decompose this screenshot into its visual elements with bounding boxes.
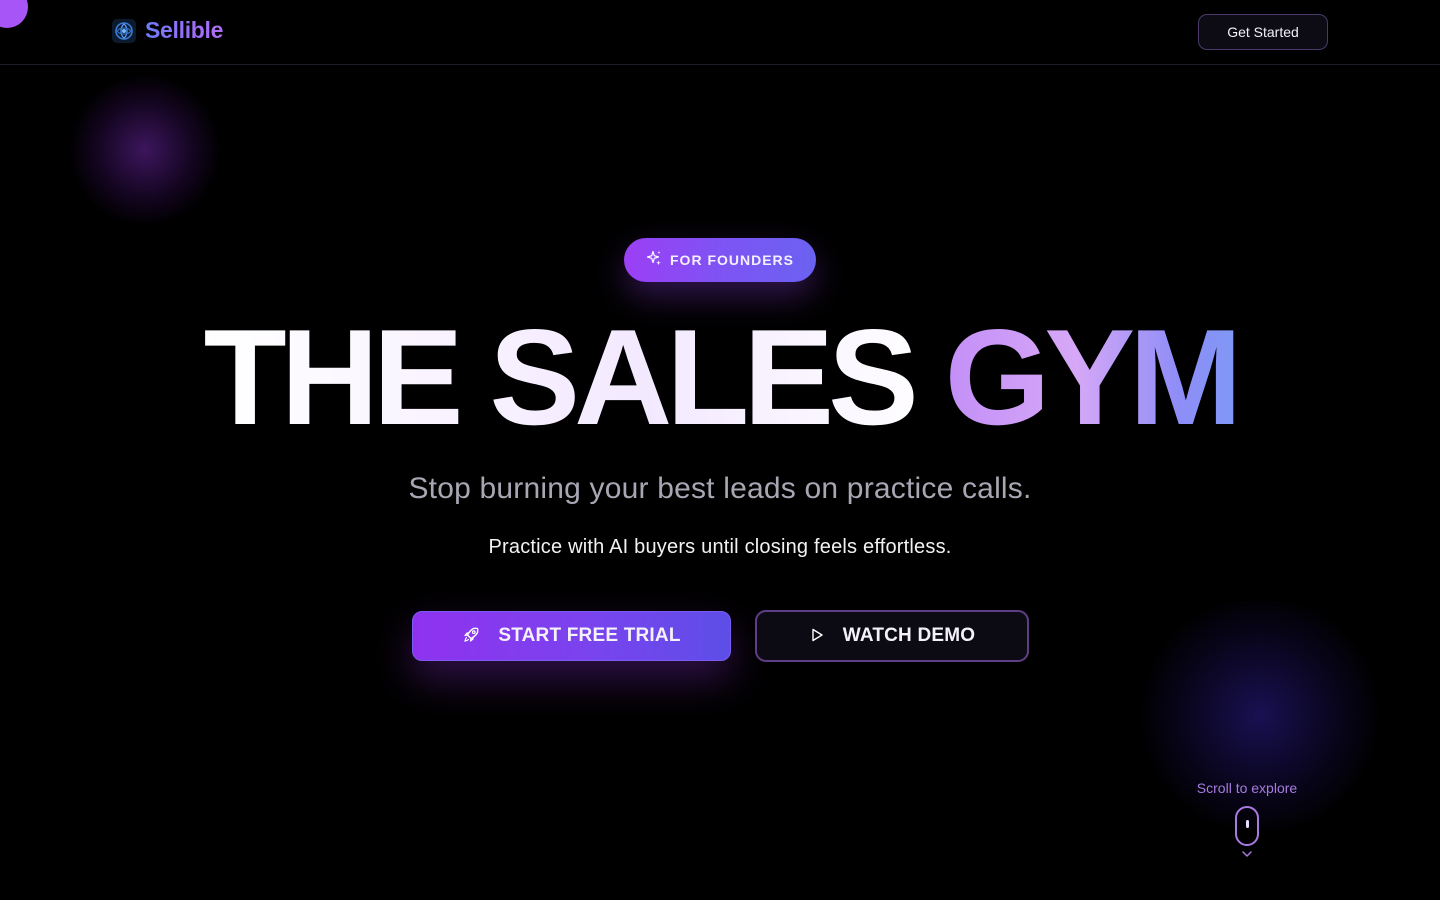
hero-tagline: Practice with AI buyers until closing fe… <box>488 536 952 558</box>
hero-subheadline: Stop burning your best leads on practice… <box>408 472 1032 505</box>
mouse-wheel <box>1246 820 1249 828</box>
play-icon <box>809 627 825 646</box>
site-header: Sellible Get Started <box>0 0 1440 65</box>
mouse-icon <box>1235 806 1259 846</box>
landing-page: Sellible Get Started FOR FOUNDERS THE SA… <box>0 0 1440 900</box>
watch-demo-button[interactable]: WATCH DEMO <box>755 610 1029 662</box>
brand-name: Sellible <box>145 17 224 43</box>
brand-link[interactable]: Sellible <box>112 17 223 44</box>
for-founders-badge: FOR FOUNDERS <box>624 238 816 282</box>
scroll-hint[interactable]: Scroll to explore <box>1180 780 1314 858</box>
brand-logo-icon <box>112 18 136 43</box>
start-free-trial-label: START FREE TRIAL <box>498 625 681 646</box>
rocket-icon <box>462 626 480 647</box>
headline-part-2: GYM <box>944 301 1243 453</box>
sparkles-icon <box>646 250 662 271</box>
headline-part-1: THE SALES <box>203 301 945 453</box>
background-glow-left <box>70 75 220 225</box>
scroll-hint-label: Scroll to explore <box>1196 780 1298 796</box>
get-started-button[interactable]: Get Started <box>1198 14 1328 50</box>
chevron-down-icon <box>1242 851 1252 857</box>
hero-headline: THE SALES GYM <box>0 309 1440 445</box>
start-free-trial-button[interactable]: START FREE TRIAL <box>412 611 731 661</box>
badge-label: FOR FOUNDERS <box>670 252 794 268</box>
watch-demo-label: WATCH DEMO <box>842 625 976 646</box>
